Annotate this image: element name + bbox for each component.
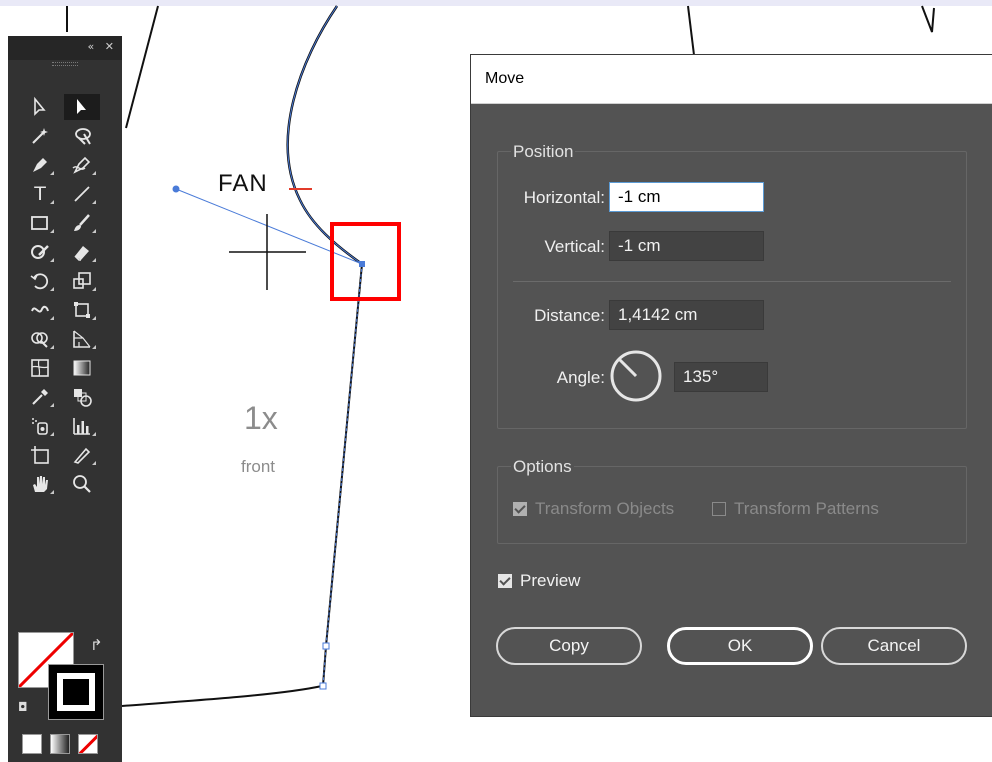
angle-dial-icon[interactable] bbox=[609, 349, 663, 403]
fill-stroke-swatches: ↱ ◘ bbox=[18, 632, 114, 722]
stroke-swatch-core bbox=[57, 673, 95, 711]
line-tool-icon[interactable] bbox=[64, 181, 100, 207]
lasso-tool-icon[interactable] bbox=[64, 123, 100, 149]
rectangle-tool-icon[interactable] bbox=[22, 210, 58, 236]
type-tool-icon[interactable]: T bbox=[22, 181, 58, 207]
anchor-point bbox=[319, 682, 327, 690]
transform-patterns-checkbox bbox=[712, 502, 726, 516]
color-mode-button[interactable] bbox=[22, 734, 42, 754]
options-group-title: Options bbox=[511, 457, 574, 477]
pattern-line-top-far-right bbox=[921, 5, 935, 33]
pattern-line-top-left bbox=[125, 5, 159, 129]
angle-label: Angle: bbox=[556, 368, 605, 387]
fan-label: FAN bbox=[218, 170, 268, 197]
dialog-titlebar[interactable]: Move bbox=[471, 55, 992, 104]
color-mode-row bbox=[22, 734, 98, 754]
tool-grid: T bbox=[22, 94, 106, 500]
default-fill-stroke-icon[interactable]: ◘ bbox=[18, 700, 28, 714]
scale-tool-icon[interactable] bbox=[64, 268, 100, 294]
blend-tool-icon[interactable] bbox=[64, 384, 100, 410]
transform-patterns-option: Transform Patterns bbox=[712, 499, 879, 519]
angle-input[interactable]: 135° bbox=[674, 362, 768, 392]
preview-option[interactable]: Preview bbox=[498, 571, 580, 591]
move-dialog: Move Position Horizontal: -1 cm Vertical… bbox=[471, 55, 992, 716]
anchor-point bbox=[322, 642, 330, 650]
piece-count-label: 1x bbox=[244, 400, 278, 436]
vertical-input[interactable]: -1 cm bbox=[609, 231, 764, 261]
selection-tool-icon[interactable] bbox=[64, 94, 100, 120]
artboard-tool-icon[interactable] bbox=[22, 442, 58, 468]
mesh-tool-icon[interactable] bbox=[22, 355, 58, 381]
cancel-button[interactable]: Cancel bbox=[821, 627, 967, 665]
stroke-swatch[interactable] bbox=[48, 664, 104, 720]
close-icon[interactable]: ✕ bbox=[105, 40, 114, 53]
shaper-tool-icon[interactable] bbox=[22, 239, 58, 265]
symbol-sprayer-tool-icon[interactable] bbox=[22, 413, 58, 439]
transform-objects-label: Transform Objects bbox=[535, 499, 675, 518]
preview-checkbox[interactable] bbox=[498, 574, 512, 588]
vertical-label: Vertical: bbox=[544, 237, 605, 256]
bezier-handle-point bbox=[172, 185, 180, 193]
pattern-line-top-right bbox=[687, 5, 695, 56]
column-graph-tool-icon[interactable] bbox=[64, 413, 100, 439]
gradient-mode-button[interactable] bbox=[50, 734, 70, 754]
free-transform-tool-icon[interactable] bbox=[64, 297, 100, 323]
swap-fill-stroke-icon[interactable]: ↱ bbox=[90, 636, 103, 654]
position-group-title: Position bbox=[511, 142, 576, 162]
pattern-hem-line bbox=[121, 685, 323, 707]
paintbrush-tool-icon[interactable] bbox=[64, 210, 100, 236]
shape-builder-tool-icon[interactable] bbox=[22, 326, 58, 352]
eyedropper-tool-icon[interactable] bbox=[22, 384, 58, 410]
zoom-tool-icon[interactable] bbox=[64, 471, 100, 497]
position-separator bbox=[513, 281, 951, 282]
panel-header-buttons: « ✕ bbox=[88, 40, 114, 53]
rotate-tool-icon[interactable] bbox=[22, 268, 58, 294]
collapse-icon[interactable]: « bbox=[88, 40, 95, 53]
transform-objects-checkbox bbox=[513, 502, 527, 516]
transform-objects-option: Transform Objects bbox=[513, 499, 674, 519]
copy-button[interactable]: Copy bbox=[496, 627, 642, 665]
dialog-title: Move bbox=[485, 70, 525, 87]
distance-label: Distance: bbox=[534, 306, 605, 325]
preview-label: Preview bbox=[520, 571, 581, 590]
stroke-swatch-inner bbox=[63, 679, 89, 705]
tools-panel-header[interactable]: « ✕ bbox=[8, 36, 122, 60]
warp-tool-icon[interactable] bbox=[22, 297, 58, 323]
distance-input[interactable]: 1,4142 cm bbox=[609, 300, 764, 330]
perspective-grid-tool-icon[interactable] bbox=[64, 326, 100, 352]
gradient-tool-icon[interactable] bbox=[64, 355, 100, 381]
curvature-tool-icon[interactable] bbox=[64, 152, 100, 178]
piece-name-label: front bbox=[241, 457, 276, 476]
ok-button[interactable]: OK bbox=[667, 627, 813, 665]
horizontal-label: Horizontal: bbox=[523, 188, 605, 207]
hand-tool-icon[interactable] bbox=[22, 471, 58, 497]
eraser-tool-icon[interactable] bbox=[64, 239, 100, 265]
pen-tool-icon[interactable] bbox=[22, 152, 58, 178]
none-mode-button[interactable] bbox=[78, 734, 98, 754]
panel-grip-handle[interactable] bbox=[52, 62, 78, 66]
slice-tool-icon[interactable] bbox=[64, 442, 100, 468]
anchor-highlight-box bbox=[330, 222, 401, 301]
tools-panel: « ✕ T ↱ ◘ bbox=[8, 36, 122, 762]
magic-wand-tool-icon[interactable] bbox=[22, 123, 58, 149]
transform-patterns-label: Transform Patterns bbox=[734, 499, 879, 518]
type-glyph: T bbox=[34, 183, 46, 205]
direct-selection-tool-icon[interactable] bbox=[22, 94, 58, 120]
horizontal-input[interactable]: -1 cm bbox=[609, 182, 764, 212]
